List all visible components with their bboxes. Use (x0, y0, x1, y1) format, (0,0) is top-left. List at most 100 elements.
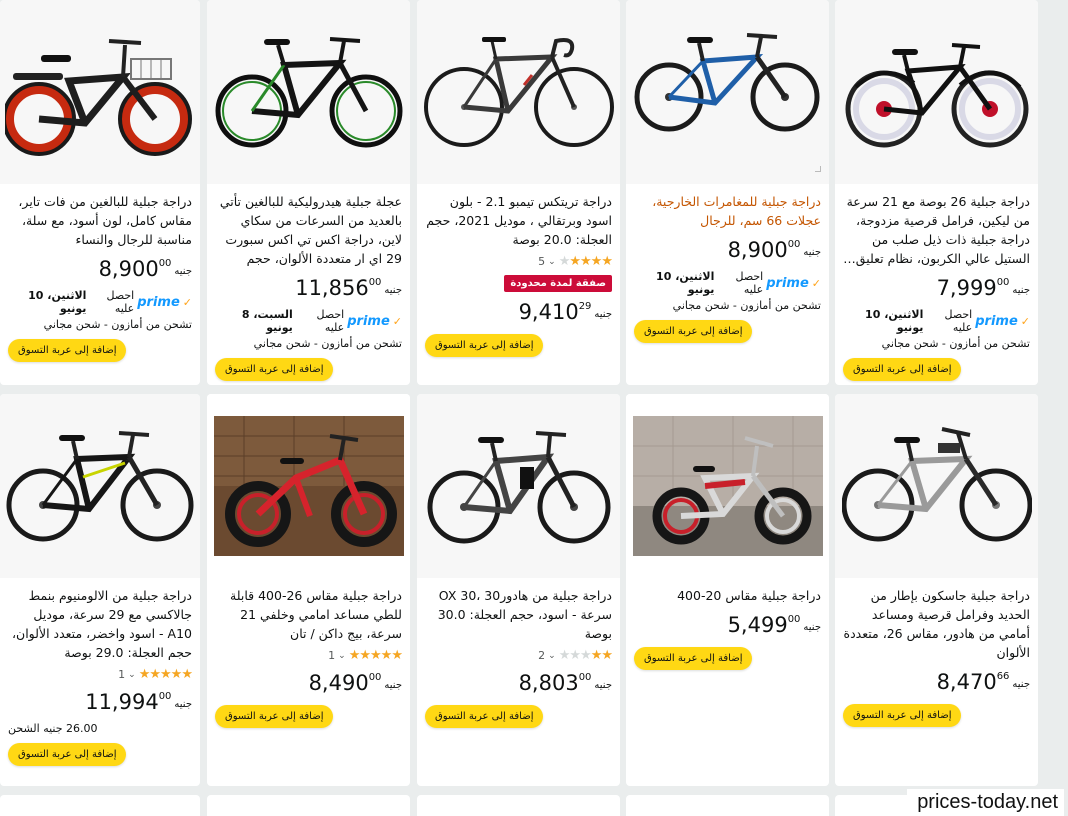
product-card[interactable]: دراجة جبلية من الالومنيوم بنمط جالاكسي م… (0, 394, 200, 786)
product-image[interactable] (207, 394, 410, 578)
product-card[interactable]: دراجة جبلية للمغامرات الخارجية، عجلات 66… (626, 0, 829, 385)
product-image[interactable] (417, 394, 620, 578)
product-title[interactable]: دراجة جبلية للمغامرات الخارجية، عجلات 66… (634, 192, 821, 230)
currency-label: جنيه (384, 285, 402, 296)
delivery-line: ✓ prime احصل عليه الاثنين، 10 يونيو (634, 270, 821, 296)
product-title[interactable]: دراجة جبلية جاسكون بإطار من الحديد وفرام… (843, 586, 1030, 662)
price: 8,900 00 جنيه (634, 238, 821, 264)
add-to-cart-button[interactable]: إضافة إلى عربة التسوق (215, 705, 334, 728)
product-card[interactable]: دراجة جبلية 26 بوصة مع 21 سرعة من ليكين،… (835, 0, 1038, 385)
add-to-cart-button[interactable]: إضافة إلى عربة التسوق (425, 705, 544, 728)
delivery-prefix: احصل عليه (106, 289, 135, 315)
product-title[interactable]: دراجة جبلية مقاس 26-400 قابلة للطي مساعد… (215, 586, 402, 643)
product-card[interactable] (0, 795, 200, 816)
product-image[interactable] (626, 0, 829, 184)
add-to-cart-button[interactable]: إضافة إلى عربة التسوق (634, 320, 753, 343)
add-to-cart-button[interactable]: إضافة إلى عربة التسوق (634, 647, 753, 670)
currency-label: جنيه (384, 680, 402, 691)
product-title[interactable]: دراجة تريتكس تيمبو 2.1 - بلون اسود وبرتق… (425, 192, 612, 249)
price: 7,999 00 جنيه (843, 276, 1030, 302)
price-whole: 8,803 (518, 671, 579, 695)
rating[interactable]: ★★★★★ ⌄ 5 (425, 254, 613, 269)
prime-logo: prime (137, 294, 180, 310)
prime-logo: prime (766, 275, 809, 291)
price-whole: 8,900 (98, 257, 159, 281)
road-bicycle-icon (423, 37, 614, 147)
chevron-down-icon: ⌄ (548, 256, 556, 267)
rating-count[interactable]: 2 (538, 649, 545, 662)
product-card[interactable] (417, 795, 620, 816)
price-fraction: 00 (578, 672, 592, 683)
folding-bicycle-photo (213, 416, 404, 556)
product-image[interactable] (417, 0, 620, 184)
deal-badge: صفقة لمدة محدودة (504, 275, 612, 292)
product-image[interactable] (0, 394, 200, 578)
price: 8,803 00 جنيه (425, 671, 612, 697)
price-fraction: 00 (158, 258, 172, 269)
add-to-cart-button[interactable]: إضافة إلى عربة التسوق (215, 358, 334, 381)
rating[interactable]: ★★★★★ ⌄ 1 (215, 648, 403, 663)
product-card[interactable] (626, 795, 829, 816)
shipping-cost: 26.00 جنيه الشحن (8, 722, 98, 735)
price-fraction: 00 (787, 239, 801, 250)
product-card[interactable]: دراجة جبلية للبالغين من فات تاير، مقاس ك… (0, 0, 200, 385)
product-image[interactable] (0, 0, 200, 184)
product-card[interactable]: دراجة جبلية مقاس 20-400 5,499 00 جنيه إضاف… (626, 394, 829, 786)
add-to-cart-button[interactable]: إضافة إلى عربة التسوق (8, 743, 127, 766)
price-whole: 8,900 (727, 238, 788, 262)
rating-count[interactable]: 1 (328, 649, 335, 662)
price-whole: 5,499 (727, 613, 788, 637)
fat-tire-bicycle-basket-icon (5, 39, 192, 156)
watermark: prices-today.net (907, 789, 1064, 816)
product-title[interactable]: دراجة جبلية من هادور30 ،OX 30 سرعة - اسو… (425, 586, 612, 643)
currency-label: جنيه (803, 622, 821, 633)
currency-label: جنيه (174, 266, 192, 277)
rating[interactable]: ★★★★★ ⌄ 2 (425, 648, 613, 663)
bicycle-black-icon (427, 431, 610, 544)
delivery-date: السبت، 8 يونيو (241, 308, 293, 334)
prime-logo: prime (347, 313, 390, 329)
product-image[interactable] (207, 0, 410, 184)
product-image[interactable] (835, 394, 1038, 578)
product-title[interactable]: دراجة جبلية مقاس 20-400 (634, 586, 821, 605)
rating[interactable]: ★★★★★ ⌄ 1 (8, 667, 193, 682)
product-grid: دراجة جبلية 26 بوصة مع 21 سرعة من ليكين،… (0, 0, 1068, 816)
add-to-cart-button[interactable]: إضافة إلى عربة التسوق (843, 704, 962, 727)
price-whole: 11,994 (85, 690, 159, 714)
product-title[interactable]: عجلة جبلية هيدروليكية للبالغين تأتي بالع… (215, 192, 402, 268)
rating-count[interactable]: 5 (538, 255, 545, 268)
currency-label: جنيه (594, 680, 612, 691)
add-to-cart-button[interactable]: إضافة إلى عربة التسوق (843, 358, 962, 381)
price-whole: 11,856 (295, 276, 369, 300)
product-card[interactable]: دراجة جبلية مقاس 26-400 قابلة للطي مساعد… (207, 394, 410, 786)
delivery-date: الاثنين، 10 يونيو (28, 289, 87, 315)
star-rating-icon: ★★★★★ (558, 254, 613, 269)
product-title[interactable]: دراجة جبلية 26 بوصة مع 21 سرعة من ليكين،… (843, 192, 1030, 268)
add-to-cart-button[interactable]: إضافة إلى عربة التسوق (8, 339, 127, 362)
product-card[interactable]: دراجة تريتكس تيمبو 2.1 - بلون اسود وبرتق… (417, 0, 620, 385)
product-card[interactable]: دراجة جبلية جاسكون بإطار من الحديد وفرام… (835, 394, 1038, 786)
prime-logo: prime (975, 313, 1018, 329)
product-card[interactable]: عجلة جبلية هيدروليكية للبالغين تأتي بالع… (207, 0, 410, 385)
add-to-cart-button[interactable]: إضافة إلى عربة التسوق (425, 334, 544, 357)
price: 11,856 00 جنيه (215, 276, 402, 302)
product-card[interactable]: دراجة جبلية من هادور30 ،OX 30 سرعة - اسو… (417, 394, 620, 786)
price-fraction: 00 (996, 277, 1010, 288)
rating-count[interactable]: 1 (118, 668, 125, 681)
prime-check-icon: ✓ (392, 314, 402, 328)
price-whole: 8,490 (308, 671, 369, 695)
product-card[interactable] (207, 795, 410, 816)
chevron-down-icon: ⌄ (128, 669, 136, 680)
product-image[interactable] (626, 394, 829, 578)
delivery-prefix: احصل عليه (316, 308, 345, 334)
product-image[interactable] (835, 0, 1038, 184)
delivery-prefix: احصل عليه (944, 308, 973, 334)
product-title[interactable]: دراجة جبلية من الالومنيوم بنمط جالاكسي م… (8, 586, 192, 662)
delivery-line: ✓ prime احصل عليه السبت، 8 يونيو (215, 308, 402, 334)
star-rating-icon: ★★★★★ (348, 648, 403, 663)
product-title[interactable]: دراجة جبلية للبالغين من فات تاير، مقاس ك… (8, 192, 192, 249)
price: 8,900 00 جنيه (8, 257, 192, 283)
star-rating-icon: ★★★★★ (138, 667, 193, 682)
bicycle-green-icon (215, 37, 402, 148)
bmx-bicycle-photo (632, 416, 823, 556)
